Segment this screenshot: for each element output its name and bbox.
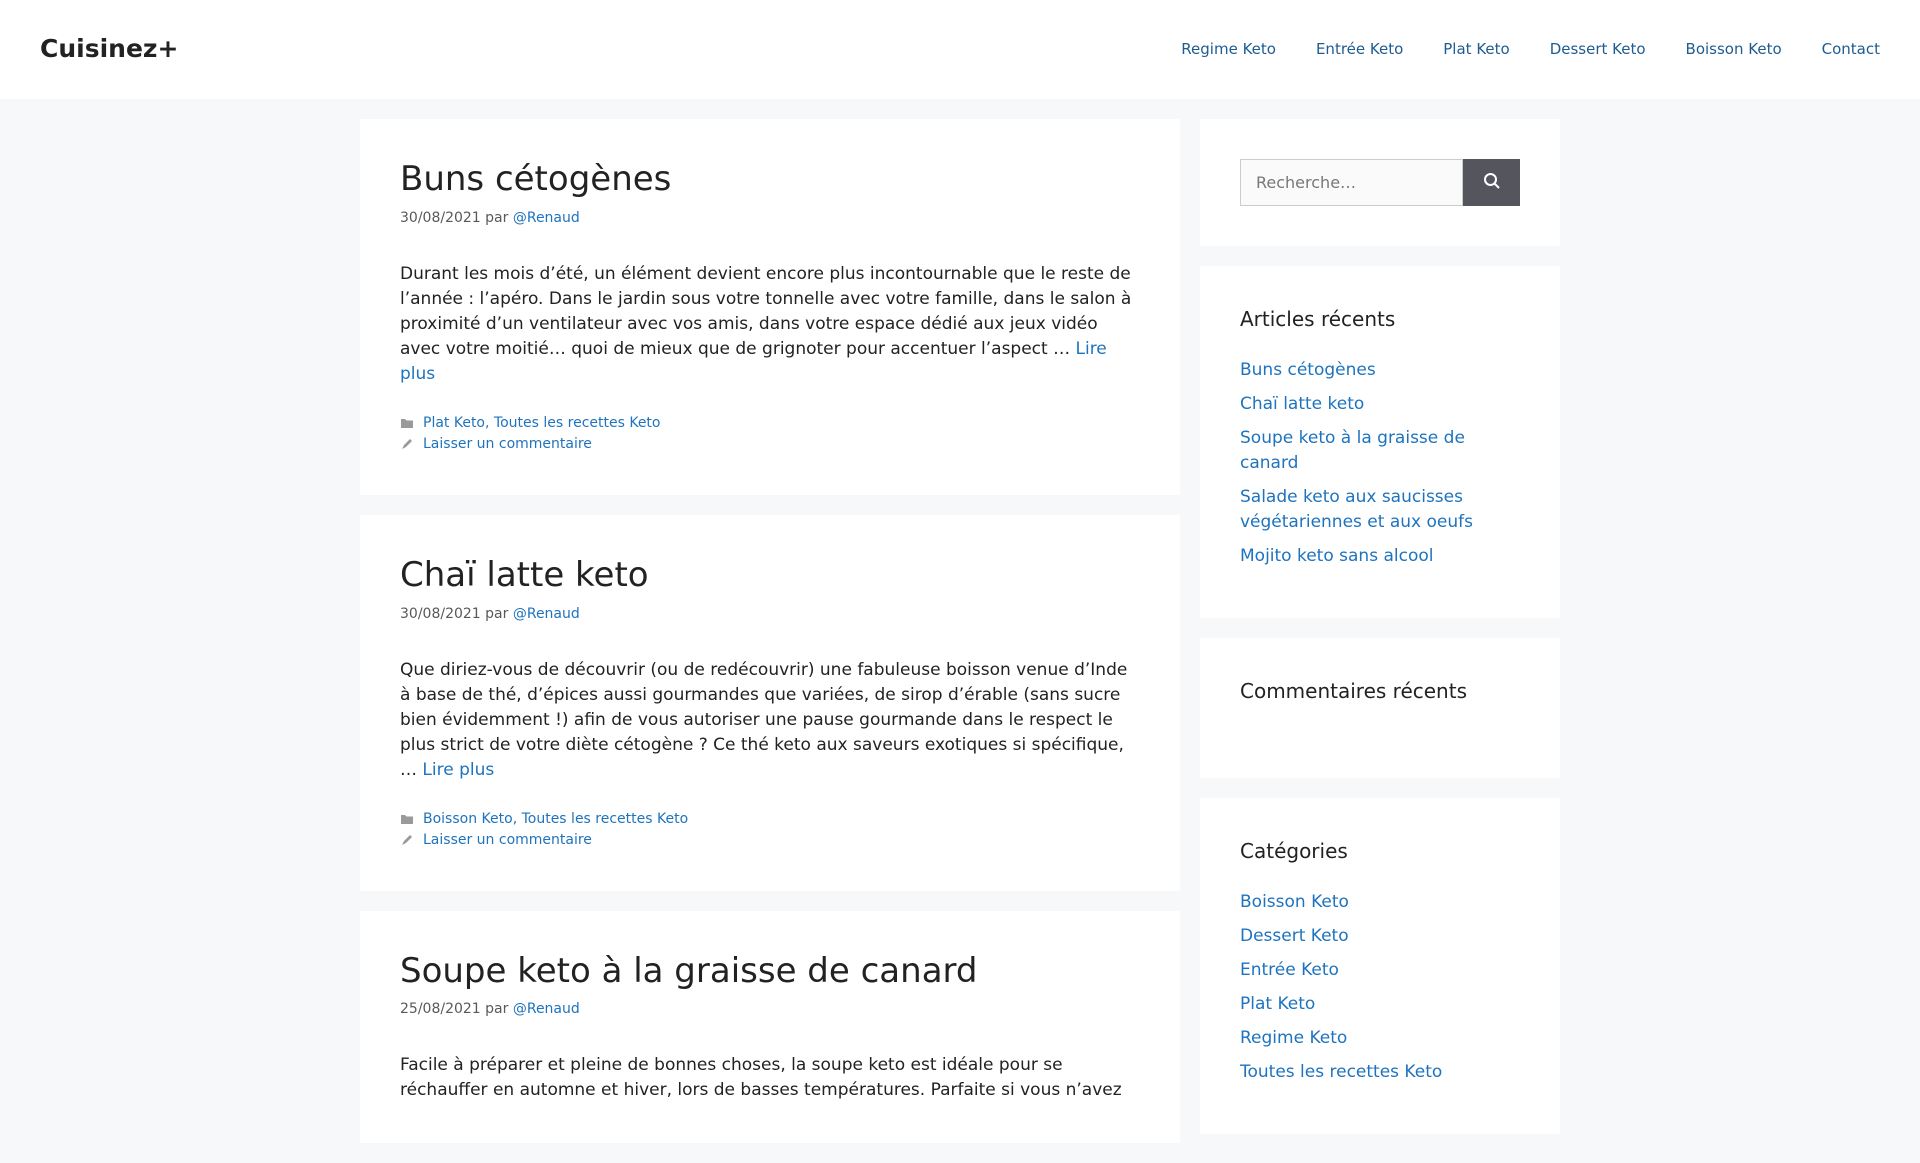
- search-input[interactable]: [1240, 159, 1463, 206]
- entry-footer: Boisson Keto, Toutes les recettes Keto L…: [400, 809, 1140, 851]
- list-item: Boisson Keto: [1240, 890, 1520, 915]
- entry-summary: Durant les mois d’été, un élément devien…: [400, 262, 1140, 387]
- nav-item-boisson-keto[interactable]: Boisson Keto: [1666, 0, 1802, 99]
- recent-post-link[interactable]: Soupe keto à la graisse de canard: [1240, 428, 1465, 473]
- widget-title: Articles récents: [1240, 307, 1396, 331]
- site-title[interactable]: Cuisinez+: [40, 34, 178, 63]
- recent-posts-widget: Articles récents Buns cétogènes Chaï lat…: [1200, 266, 1560, 618]
- search-widget: [1200, 119, 1560, 246]
- comments-line: Laisser un commentaire: [400, 434, 1140, 455]
- post-date: 30/08/2021: [400, 605, 481, 622]
- leave-comment-link[interactable]: Laisser un commentaire: [423, 830, 592, 851]
- nav-item-plat-keto[interactable]: Plat Keto: [1423, 0, 1529, 99]
- nav-item-regime-keto[interactable]: Regime Keto: [1161, 0, 1296, 99]
- recent-post-link[interactable]: Mojito keto sans alcool: [1240, 546, 1433, 566]
- list-item: Soupe keto à la graisse de canard: [1240, 426, 1520, 476]
- by-label: par: [485, 605, 509, 622]
- list-item: Mojito keto sans alcool: [1240, 544, 1520, 569]
- folder-icon: [400, 416, 414, 430]
- author-link[interactable]: @Renaud: [513, 1001, 580, 1017]
- list-item: Buns cétogènes: [1240, 358, 1520, 383]
- main-content: Buns cétogènes 30/08/2021 par @Renaud Du…: [360, 119, 1180, 1163]
- entry-summary: Facile à préparer et pleine de bonnes ch…: [400, 1053, 1140, 1103]
- article-title-link[interactable]: Buns cétogènes: [400, 159, 671, 199]
- category-link[interactable]: Dessert Keto: [1240, 926, 1349, 946]
- category-link[interactable]: Boisson Keto: [423, 809, 513, 830]
- recent-post-link[interactable]: Salade keto aux saucisses végétariennes …: [1240, 487, 1473, 532]
- list-item: Regime Keto: [1240, 1026, 1520, 1051]
- site-header: Cuisinez+ Regime Keto Entrée Keto Plat K…: [0, 0, 1920, 99]
- category-link[interactable]: Toutes les recettes Keto: [1240, 1062, 1442, 1082]
- widget-title: Catégories: [1240, 839, 1348, 863]
- author-link[interactable]: @Renaud: [513, 606, 580, 622]
- categories-line: Plat Keto, Toutes les recettes Keto: [400, 413, 1140, 434]
- list-item: Plat Keto: [1240, 992, 1520, 1017]
- article: Soupe keto à la graisse de canard 25/08/…: [360, 910, 1180, 1144]
- nav-item-contact[interactable]: Contact: [1802, 0, 1880, 99]
- nav-item-entree-keto[interactable]: Entrée Keto: [1296, 0, 1423, 99]
- post-date: 30/08/2021: [400, 209, 481, 226]
- recent-posts-list: Buns cétogènes Chaï latte keto Soupe ket…: [1240, 358, 1520, 569]
- widget-title: Commentaires récents: [1240, 679, 1467, 703]
- entry-meta: 30/08/2021 par @Renaud: [400, 606, 1140, 622]
- entry-footer: Plat Keto, Toutes les recettes Keto Lais…: [400, 413, 1140, 455]
- category-link[interactable]: Plat Keto: [423, 413, 485, 434]
- category-link[interactable]: Toutes les recettes Keto: [522, 809, 689, 830]
- comment-icon: [400, 833, 414, 847]
- entry-meta: 25/08/2021 par @Renaud: [400, 1001, 1140, 1017]
- comment-icon: [400, 437, 414, 451]
- recent-post-link[interactable]: Buns cétogènes: [1240, 360, 1376, 380]
- comments-line: Laisser un commentaire: [400, 830, 1140, 851]
- search-form: [1240, 159, 1520, 206]
- entry-summary: Que diriez-vous de découvrir (ou de redé…: [400, 658, 1140, 783]
- list-item: Chaï latte keto: [1240, 392, 1520, 417]
- post-date: 25/08/2021: [400, 1001, 481, 1018]
- excerpt-text: Durant les mois d’été, un élément devien…: [400, 263, 1132, 359]
- categories-line: Boisson Keto, Toutes les recettes Keto: [400, 809, 1140, 830]
- search-icon: [1483, 172, 1501, 193]
- categories-widget: Catégories Boisson Keto Dessert Keto Ent…: [1200, 798, 1560, 1134]
- entry-meta: 30/08/2021 par @Renaud: [400, 210, 1140, 226]
- article: Buns cétogènes 30/08/2021 par @Renaud Du…: [360, 119, 1180, 495]
- recent-post-link[interactable]: Chaï latte keto: [1240, 394, 1364, 414]
- list-item: Dessert Keto: [1240, 924, 1520, 949]
- by-label: par: [485, 1001, 509, 1018]
- category-link[interactable]: Boisson Keto: [1240, 892, 1349, 912]
- list-item: Toutes les recettes Keto: [1240, 1060, 1520, 1085]
- sidebar: Articles récents Buns cétogènes Chaï lat…: [1200, 119, 1560, 1154]
- list-item: Salade keto aux saucisses végétariennes …: [1240, 485, 1520, 535]
- nav-item-dessert-keto[interactable]: Dessert Keto: [1530, 0, 1666, 99]
- search-button[interactable]: [1463, 159, 1520, 206]
- by-label: par: [485, 209, 509, 226]
- folder-icon: [400, 812, 414, 826]
- author-link[interactable]: @Renaud: [513, 210, 580, 226]
- article-title-link[interactable]: Chaï latte keto: [400, 555, 649, 595]
- excerpt-text: Que diriez-vous de découvrir (ou de redé…: [400, 659, 1128, 780]
- read-more-link[interactable]: Lire plus: [422, 760, 494, 780]
- main-navigation: Regime Keto Entrée Keto Plat Keto Desser…: [1161, 0, 1880, 99]
- list-item: Entrée Keto: [1240, 958, 1520, 983]
- article: Chaï latte keto 30/08/2021 par @Renaud Q…: [360, 514, 1180, 891]
- recent-comments-widget: Commentaires récents: [1200, 638, 1560, 778]
- categories-list: Boisson Keto Dessert Keto Entrée Keto Pl…: [1240, 890, 1520, 1085]
- article-title-link[interactable]: Soupe keto à la graisse de canard: [400, 951, 978, 991]
- excerpt-text: Facile à préparer et pleine de bonnes ch…: [400, 1055, 1122, 1101]
- category-link[interactable]: Entrée Keto: [1240, 960, 1339, 980]
- category-link[interactable]: Plat Keto: [1240, 994, 1315, 1014]
- category-link[interactable]: Toutes les recettes Keto: [494, 413, 661, 434]
- category-link[interactable]: Regime Keto: [1240, 1028, 1347, 1048]
- leave-comment-link[interactable]: Laisser un commentaire: [423, 434, 592, 455]
